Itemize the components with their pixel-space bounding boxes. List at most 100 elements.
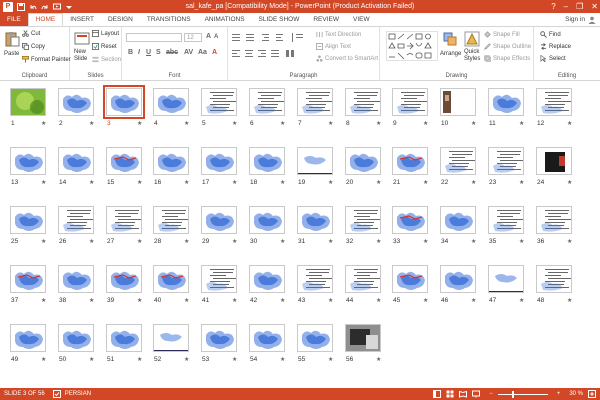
close-button[interactable]: ✕ bbox=[591, 2, 598, 11]
slide-thumbnail[interactable]: 38 ★ bbox=[58, 265, 98, 315]
slide-thumbnail-image[interactable] bbox=[201, 147, 237, 175]
slide-thumbnail[interactable]: 36 ★ bbox=[536, 206, 576, 256]
slide-thumbnail-image[interactable] bbox=[103, 85, 145, 119]
shadow-icon[interactable]: S bbox=[156, 49, 161, 56]
slide-thumbnail-image[interactable] bbox=[58, 147, 94, 175]
tab-home[interactable]: HOME bbox=[27, 13, 64, 26]
text-direction-button[interactable]: Text Direction bbox=[316, 31, 361, 38]
slide-thumbnail-image[interactable] bbox=[345, 324, 381, 352]
slide-thumbnail[interactable]: 8 ★ bbox=[345, 88, 385, 138]
slide-thumbnail-image[interactable] bbox=[10, 265, 46, 293]
layout-button[interactable]: Layout bbox=[92, 30, 119, 37]
slide-thumbnail[interactable]: 50 ★ bbox=[58, 324, 98, 374]
select-button[interactable]: Select bbox=[540, 55, 566, 62]
language-indicator[interactable]: PERSIAN bbox=[65, 391, 91, 397]
strikethrough-icon[interactable]: abc bbox=[166, 49, 178, 56]
help-icon[interactable]: ? bbox=[551, 2, 555, 11]
slide-thumbnail[interactable]: 11 ★ bbox=[488, 88, 528, 138]
slide-thumbnail-image[interactable] bbox=[345, 88, 381, 116]
slide-thumbnail[interactable]: 29 ★ bbox=[201, 206, 241, 256]
slide-sorter[interactable]: 1 ★ 2 ★ 3 ★ 4 ★ 5 ★ 6 ★ 7 ★ 8 ★ 9 ★ 10 ★ 11 ★ 12 ★ 13 ★ 14 ★ 15 ★ 16 ★ 1… bbox=[0, 82, 600, 387]
tab-transitions[interactable]: TRANSITIONS bbox=[140, 13, 198, 26]
slide-thumbnail-image[interactable] bbox=[201, 324, 237, 352]
tab-review[interactable]: REVIEW bbox=[306, 13, 346, 26]
slide-thumbnail[interactable]: 27 ★ bbox=[106, 206, 146, 256]
slide-thumbnail-image[interactable] bbox=[345, 206, 381, 234]
slide-thumbnail-image[interactable] bbox=[10, 88, 46, 116]
slide-sorter-view-icon[interactable] bbox=[446, 390, 454, 398]
slide-thumbnail[interactable]: 28 ★ bbox=[153, 206, 193, 256]
italic-icon[interactable]: I bbox=[138, 49, 140, 56]
slide-thumbnail[interactable]: 51 ★ bbox=[106, 324, 146, 374]
slide-thumbnail-image[interactable] bbox=[297, 88, 333, 116]
slide-thumbnail[interactable]: 10 ★ bbox=[440, 88, 480, 138]
slideshow-view-icon[interactable] bbox=[472, 390, 481, 398]
slide-thumbnail[interactable]: 31 ★ bbox=[297, 206, 337, 256]
slide-thumbnail[interactable]: 3 ★ bbox=[103, 85, 146, 138]
slide-thumbnail[interactable]: 47 ★ bbox=[488, 265, 528, 315]
underline-icon[interactable]: U bbox=[146, 49, 151, 56]
slide-thumbnail[interactable]: 43 ★ bbox=[297, 265, 337, 315]
slide-thumbnail-image[interactable] bbox=[249, 88, 285, 116]
slide-thumbnail-image[interactable] bbox=[297, 265, 333, 293]
reset-button[interactable]: Reset bbox=[92, 43, 117, 50]
slide-thumbnail-image[interactable] bbox=[153, 88, 189, 116]
slide-thumbnail-image[interactable] bbox=[201, 88, 237, 116]
slide-thumbnail[interactable]: 23 ★ bbox=[488, 147, 528, 197]
slide-thumbnail[interactable]: 22 ★ bbox=[440, 147, 480, 197]
quick-styles-button-line2[interactable]: Styles bbox=[464, 56, 480, 62]
list-buttons-icon[interactable] bbox=[232, 33, 312, 42]
slide-thumbnail-image[interactable] bbox=[153, 265, 189, 293]
grow-font-icon[interactable]: A bbox=[206, 33, 211, 40]
slide-thumbnail[interactable]: 44 ★ bbox=[345, 265, 385, 315]
tab-animations[interactable]: ANIMATIONS bbox=[198, 13, 252, 26]
slide-thumbnail[interactable]: 15 ★ bbox=[106, 147, 146, 197]
slide-thumbnail-image[interactable] bbox=[10, 324, 46, 352]
slide-thumbnail[interactable]: 45 ★ bbox=[392, 265, 432, 315]
slide-thumbnail[interactable]: 24 ★ bbox=[536, 147, 576, 197]
bold-icon[interactable]: B bbox=[128, 49, 133, 56]
slide-thumbnail[interactable]: 42 ★ bbox=[249, 265, 289, 315]
format-painter-button[interactable]: Format Painter bbox=[22, 56, 71, 63]
undo-icon[interactable] bbox=[28, 2, 37, 11]
slide-thumbnail-image[interactable] bbox=[106, 206, 142, 234]
paste-button[interactable]: Paste bbox=[4, 51, 19, 57]
slide-thumbnail[interactable]: 46 ★ bbox=[440, 265, 480, 315]
slide-thumbnail-image[interactable] bbox=[249, 206, 285, 234]
shrink-font-icon[interactable]: A bbox=[214, 34, 218, 40]
slide-thumbnail-image[interactable] bbox=[440, 206, 476, 234]
slide-thumbnail-image[interactable] bbox=[10, 206, 46, 234]
font-color-icon[interactable]: A bbox=[212, 49, 217, 56]
tab-view[interactable]: VIEW bbox=[346, 13, 377, 26]
change-case-icon[interactable]: Aa bbox=[198, 49, 207, 56]
slide-thumbnail[interactable]: 52 ★ bbox=[153, 324, 193, 374]
slide-thumbnail[interactable]: 48 ★ bbox=[536, 265, 576, 315]
cut-button[interactable]: Cut bbox=[22, 30, 40, 37]
align-text-button[interactable]: Align Text bbox=[316, 43, 351, 50]
slide-thumbnail[interactable]: 41 ★ bbox=[201, 265, 241, 315]
slide-thumbnail-image[interactable] bbox=[440, 88, 476, 116]
slide-thumbnail[interactable]: 2 ★ bbox=[58, 88, 98, 138]
slide-thumbnail[interactable]: 14 ★ bbox=[58, 147, 98, 197]
slide-thumbnail-image[interactable] bbox=[536, 206, 572, 234]
tab-insert[interactable]: INSERT bbox=[63, 13, 101, 26]
slide-thumbnail-image[interactable] bbox=[488, 265, 524, 293]
tab-slide-show[interactable]: SLIDE SHOW bbox=[252, 13, 307, 26]
slide-thumbnail[interactable]: 53 ★ bbox=[201, 324, 241, 374]
slide-thumbnail[interactable]: 1 ★ bbox=[10, 88, 50, 138]
alignment-buttons-icon[interactable] bbox=[232, 49, 312, 58]
slide-thumbnail-image[interactable] bbox=[58, 88, 94, 116]
slide-thumbnail-image[interactable] bbox=[488, 206, 524, 234]
slide-thumbnail-image[interactable] bbox=[392, 88, 428, 116]
minimize-button[interactable]: – bbox=[564, 2, 568, 11]
slide-thumbnail[interactable]: 33 ★ bbox=[392, 206, 432, 256]
fit-to-window-icon[interactable] bbox=[588, 390, 596, 398]
slide-thumbnail[interactable]: 30 ★ bbox=[249, 206, 289, 256]
quick-styles-button[interactable]: Quick bbox=[464, 49, 479, 55]
slide-thumbnail-image[interactable] bbox=[58, 265, 94, 293]
shapes-gallery[interactable] bbox=[386, 31, 438, 61]
slide-thumbnail-image[interactable] bbox=[392, 265, 428, 293]
proofing-icon[interactable] bbox=[52, 390, 61, 398]
tab-file[interactable]: FILE bbox=[0, 13, 28, 26]
slide-thumbnail[interactable]: 37 ★ bbox=[10, 265, 50, 315]
